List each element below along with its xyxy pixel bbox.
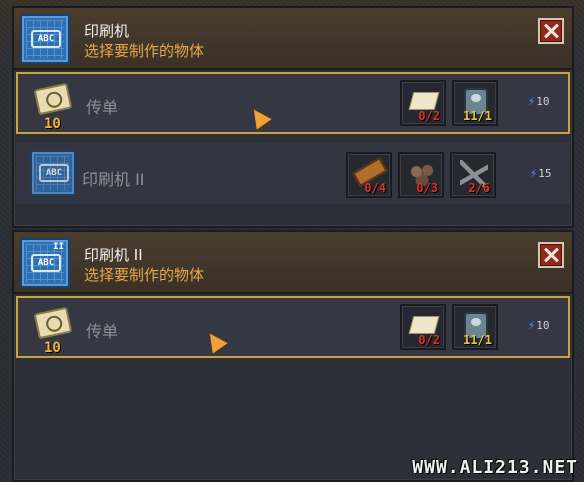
- energy-cost: ⚡15: [530, 166, 570, 180]
- flyer-art: [33, 306, 73, 340]
- recipe-name: 传单: [86, 98, 119, 117]
- paper-stack-icon: [408, 316, 440, 334]
- panel-header: ABC 印刷机 选择要制作的物体: [14, 8, 572, 70]
- panel-subtitle: 选择要制作的物体: [84, 42, 205, 60]
- crafting-panel-printer: ABC 印刷机 选择要制作的物体 10 传单 0/2 11/1 ⚡10 ABC: [12, 6, 574, 228]
- recipe-name: 印刷机 II: [82, 170, 145, 189]
- close-button[interactable]: [538, 242, 564, 268]
- crafting-panel-printer-ii: ABC II 印刷机 II 选择要制作的物体 10 传单 0/2 11/1 ⚡1…: [12, 230, 574, 482]
- energy-cost: ⚡10: [528, 94, 568, 108]
- ingredient-count: 11/1: [463, 109, 492, 123]
- panel-subtitle: 选择要制作的物体: [84, 266, 205, 284]
- flyer-art: [33, 82, 73, 116]
- panel-title: 印刷机: [84, 22, 130, 40]
- recipe-quantity: 10: [44, 116, 61, 132]
- ingredient-slot-paper[interactable]: 0/2: [400, 304, 446, 350]
- ingredient-count: 0/2: [418, 333, 440, 347]
- lightning-bolt-icon: ⚡: [528, 94, 536, 108]
- ingredient-slot-nails[interactable]: 2/6: [450, 152, 496, 198]
- ingredient-count: 2/6: [468, 181, 490, 195]
- lightning-bolt-icon: ⚡: [530, 166, 538, 180]
- ingredient-count: 0/4: [364, 181, 386, 195]
- blueprint-icon: ABC: [30, 150, 76, 196]
- energy-value: 10: [536, 319, 550, 332]
- recipe-name: 传单: [86, 322, 119, 341]
- recipe-row-flyer[interactable]: 10 传单 0/2 11/1 ⚡10: [16, 72, 570, 134]
- recipe-row-printer-ii[interactable]: ABC 印刷机 II 0/4 0/3 2/6 ⚡15: [16, 142, 570, 204]
- ingredient-slot-ore[interactable]: 0/3: [398, 152, 444, 198]
- panel-header: ABC II 印刷机 II 选择要制作的物体: [14, 232, 572, 294]
- paper-stack-icon: [408, 92, 440, 110]
- close-button[interactable]: [538, 18, 564, 44]
- blueprint-icon: ABC: [20, 14, 70, 64]
- blueprint-label: ABC: [31, 254, 61, 272]
- ingredient-slot-wood[interactable]: 0/4: [346, 152, 392, 198]
- blueprint-label: ABC: [39, 164, 69, 182]
- blueprint-label: ABC: [31, 30, 61, 48]
- lightning-bolt-icon: ⚡: [528, 318, 536, 332]
- energy-cost: ⚡10: [528, 318, 568, 332]
- ingredient-slot-plate[interactable]: 11/1: [452, 304, 498, 350]
- ingredient-count: 11/1: [463, 333, 492, 347]
- recipe-row-flyer[interactable]: 10 传单 0/2 11/1 ⚡10: [16, 296, 570, 358]
- watermark: WWW.ALI213.NET: [412, 457, 578, 478]
- ingredient-slot-plate[interactable]: 11/1: [452, 80, 498, 126]
- ingredient-count: 0/3: [416, 181, 438, 195]
- energy-value: 15: [538, 167, 552, 180]
- recipe-quantity: 10: [44, 340, 61, 356]
- blueprint-tier: II: [53, 242, 64, 252]
- blueprint-icon: ABC II: [20, 238, 70, 288]
- ingredient-slot-paper[interactable]: 0/2: [400, 80, 446, 126]
- panel-title: 印刷机 II: [84, 246, 143, 264]
- energy-value: 10: [536, 95, 550, 108]
- ingredient-count: 0/2: [418, 109, 440, 123]
